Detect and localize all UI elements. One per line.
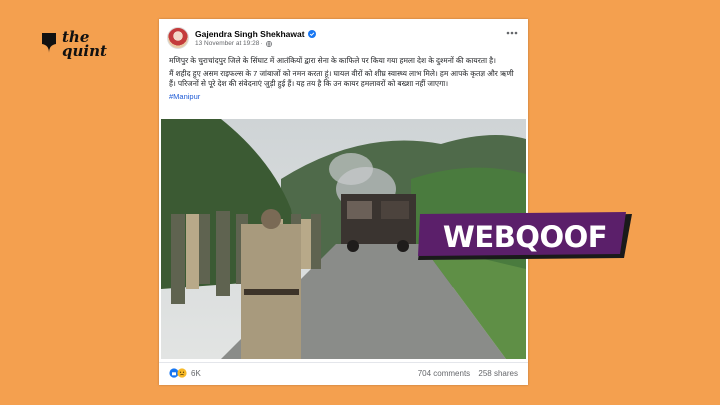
author-avatar[interactable] [167,27,189,49]
hashtag-link[interactable]: #Manipur [169,92,200,101]
post-paragraph-1: मणिपुर के चुराचांदपुर जिले के सिंघाट में… [169,56,496,65]
facebook-post-card: Gajendra Singh Shekhawat 13 November at … [159,19,528,385]
post-paragraph-2: मैं शहीद हुए असम राइफल्स के 7 जांबाजों क… [169,69,514,88]
brand-name: the quint [62,28,107,60]
brand-logo: the quint [40,28,107,60]
globe-icon [265,40,272,47]
post-footer: 6K 704 comments 258 shares [159,362,528,385]
verified-badge-icon [307,30,316,38]
reactions-count: 6K [191,368,201,378]
shares-count[interactable]: 258 shares [478,369,518,378]
pen-nib-icon [42,33,56,53]
post-timestamp[interactable]: 13 November at 19:28 [195,40,259,47]
sad-reaction-icon [177,368,187,378]
comments-count[interactable]: 704 comments [418,369,470,378]
post-header: Gajendra Singh Shekhawat 13 November at … [167,26,316,50]
webqoof-label: WEBQOOF [442,220,608,254]
webqoof-badge: WEBQOOF [418,212,632,260]
more-options-icon[interactable] [506,31,518,35]
reactions-summary[interactable]: 6K [169,368,201,378]
author-name[interactable]: Gajendra Singh Shekhawat [195,29,305,39]
post-body: मणिपुर के चुराचांदपुर जिले के सिंघाट में… [169,56,519,105]
